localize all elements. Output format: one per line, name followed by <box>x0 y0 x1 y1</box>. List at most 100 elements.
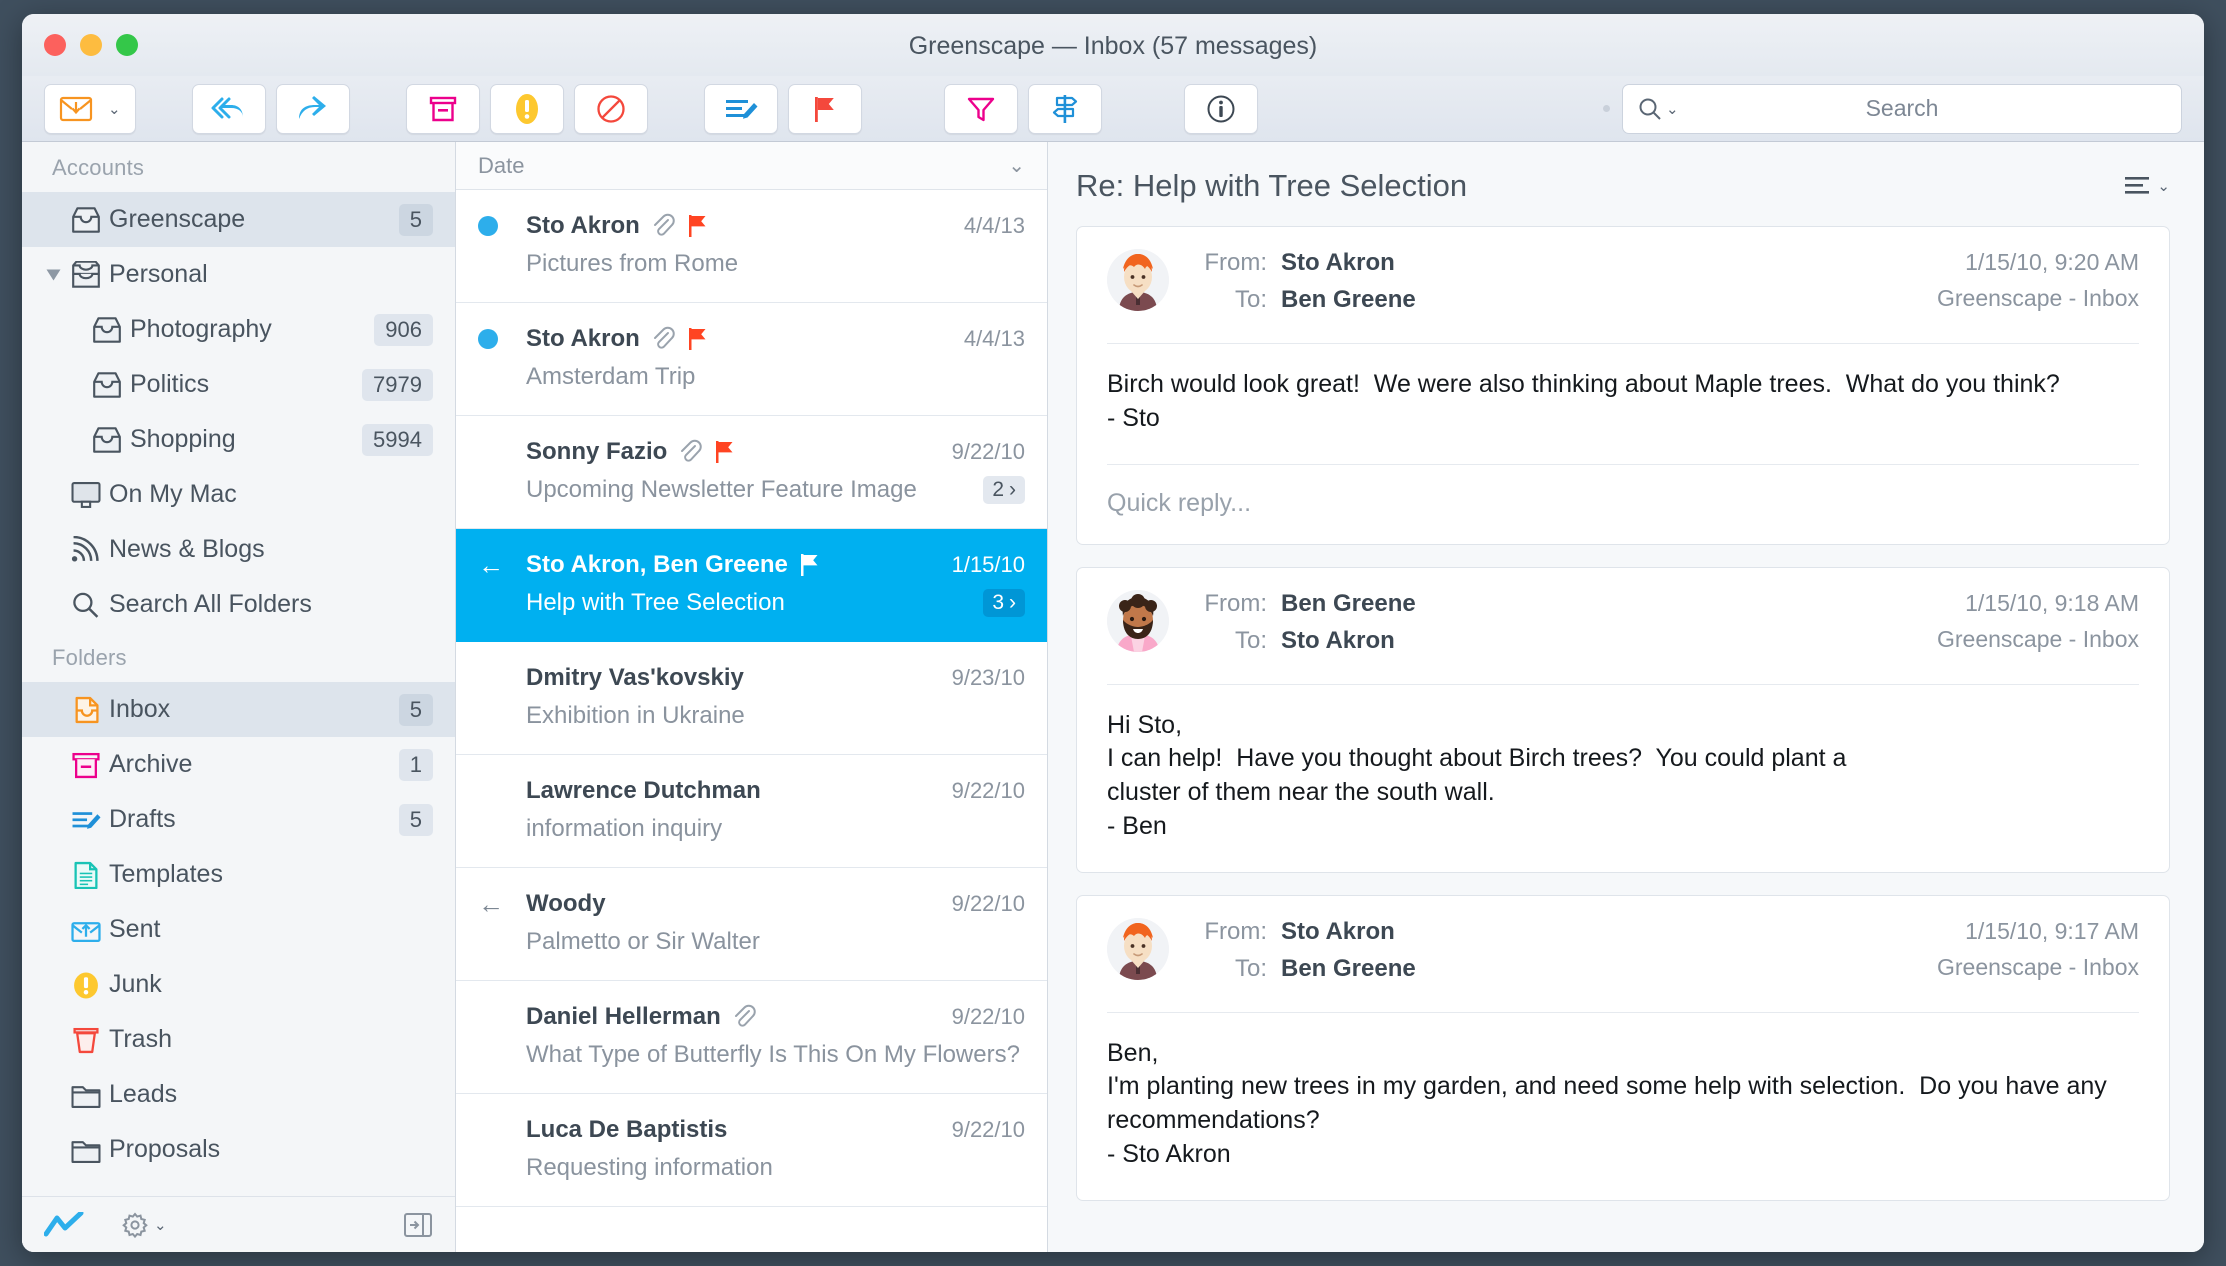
sidebar-item-drafts[interactable]: Drafts5 <box>22 792 455 847</box>
info-button[interactable] <box>1184 84 1258 134</box>
sidebar-item-leads[interactable]: Leads <box>22 1067 455 1122</box>
message-subject: Requesting information <box>526 1154 773 1182</box>
sidebar-item-proposals[interactable]: Proposals <box>22 1122 455 1177</box>
filter-button[interactable] <box>944 84 1018 134</box>
message-list-row[interactable]: Lawrence Dutchman9/22/10information inqu… <box>456 755 1047 868</box>
message-list-row[interactable]: Luca De Baptistis9/22/10 Requesting infor… <box>456 1094 1047 1207</box>
message-row-top: Sonny Fazio9/22/10 <box>478 438 1025 466</box>
from-value[interactable]: Sto Akron <box>1281 918 1395 946</box>
sidebar-scroll[interactable]: AccountsGreenscape5PersonalPhotography90… <box>22 142 455 1196</box>
sidebar-item-shopping[interactable]: Shopping5994 <box>22 412 455 467</box>
message-subject: Exhibition in Ukraine <box>526 702 745 730</box>
message-list-row[interactable]: Daniel Hellerman9/22/10What Type of Butt… <box>456 981 1047 1094</box>
flag-button[interactable] <box>788 84 862 134</box>
message-meta: 1/15/10, 9:20 AM Greenscape - Inbox <box>1937 249 2139 323</box>
sidebar-item-trash[interactable]: Trash <box>22 1012 455 1067</box>
chevron-down-icon[interactable]: ⌄ <box>1008 153 1025 178</box>
message-card[interactable]: From: Sto Akron To: Ben Greene 1/15/10, … <box>1076 895 2170 1201</box>
message-thread[interactable]: From: Sto Akron To: Ben Greene 1/15/10, … <box>1048 226 2204 1252</box>
sidebar-item-label: On My Mac <box>109 480 237 509</box>
sidebar-item-archive[interactable]: Archive1 <box>22 737 455 792</box>
message-list-row[interactable]: Sto Akron4/4/13Amsterdam Trip <box>456 303 1047 416</box>
unread-dot-icon <box>478 216 498 236</box>
flag-icon[interactable] <box>686 213 710 239</box>
sidebar-item-search-all-folders[interactable]: Search All Folders <box>22 577 455 632</box>
flag-icon[interactable] <box>686 326 710 352</box>
sidebar-item-greenscape[interactable]: Greenscape5 <box>22 192 455 247</box>
quick-reply-input[interactable]: Quick reply... <box>1077 465 2169 544</box>
chevron-right-icon: › <box>1009 478 1016 502</box>
disclosure-triangle-icon[interactable] <box>47 269 61 280</box>
inbox-tray-icon <box>84 371 130 399</box>
thread-count-badge[interactable]: 2› <box>983 476 1025 504</box>
sidebar-item-on-my-mac[interactable]: On My Mac <box>22 467 455 522</box>
sidebar-item-junk[interactable]: Junk <box>22 957 455 1012</box>
sidebar-item-label: Greenscape <box>109 205 245 234</box>
message-list-row[interactable]: Dmitry Vas'kovskiy9/23/10Exhibition in U… <box>456 642 1047 755</box>
forward-button[interactable] <box>276 84 350 134</box>
message-card[interactable]: From: Ben Greene To: Sto Akron 1/15/10, … <box>1076 567 2170 873</box>
sidebar-item-sent[interactable]: Sent <box>22 902 455 957</box>
get-mail-button[interactable]: ⌄ <box>44 84 136 134</box>
from-label: From: <box>1195 249 1267 277</box>
conversation-options-button[interactable]: ⌄ <box>2123 174 2170 198</box>
sidebar-item-news-blogs[interactable]: News & Blogs <box>22 522 455 577</box>
from-row: From: Sto Akron <box>1195 918 1416 946</box>
message-sender: Sto Akron <box>526 325 640 353</box>
search-input[interactable]: ⌄ Search <box>1622 84 2182 134</box>
message-list-row[interactable]: ←Woody9/22/10Palmetto or Sir Walter <box>456 868 1047 981</box>
message-list-row[interactable]: ←Sto Akron, Ben Greene1/15/10Help with T… <box>456 529 1047 642</box>
junk-button[interactable] <box>490 84 564 134</box>
message-timestamp: 1/15/10, 9:17 AM <box>1937 918 2139 945</box>
to-value[interactable]: Ben Greene <box>1281 286 1416 314</box>
sidebar-item-label: Drafts <box>109 805 176 834</box>
block-button[interactable] <box>574 84 648 134</box>
sidebar-item-inbox[interactable]: Inbox5 <box>22 682 455 737</box>
message-list-header[interactable]: Date ⌄ <box>456 142 1047 190</box>
message-mailbox: Greenscape - Inbox <box>1937 285 2139 312</box>
from-value[interactable]: Ben Greene <box>1281 590 1416 618</box>
sidebar-item-label: Archive <box>109 750 192 779</box>
message-rows[interactable]: Sto Akron4/4/13Pictures from RomeSto Akr… <box>456 190 1047 1252</box>
chevron-down-icon[interactable]: ⌄ <box>154 1216 167 1234</box>
message-card-header: From: Ben Greene To: Sto Akron 1/15/10, … <box>1077 568 2169 684</box>
archive-box-icon <box>63 751 109 779</box>
inbox-tray-stack-icon <box>63 261 109 289</box>
sidebar-item-photography[interactable]: Photography906 <box>22 302 455 357</box>
toggle-panel-icon[interactable] <box>403 1212 433 1238</box>
reply-all-button[interactable] <box>192 84 266 134</box>
chevron-down-icon[interactable]: ⌄ <box>2157 177 2170 195</box>
sidebar-item-label: Trash <box>109 1025 172 1054</box>
message-subject: Pictures from Rome <box>526 250 738 278</box>
to-value[interactable]: Sto Akron <box>1281 627 1395 655</box>
archive-button[interactable] <box>406 84 480 134</box>
activity-chart-icon[interactable] <box>44 1212 84 1238</box>
message-row-bottom: information inquiry <box>478 815 1025 843</box>
junk-icon <box>63 971 109 999</box>
thread-count-badge[interactable]: 3› <box>983 589 1025 617</box>
message-row-top: Sto Akron4/4/13 <box>478 212 1025 240</box>
message-row-bottom: Pictures from Rome <box>478 250 1025 278</box>
flag-icon[interactable] <box>713 439 737 465</box>
app-window: Greenscape — Inbox (57 messages) ⌄ <box>22 14 2204 1252</box>
sidebar-item-templates[interactable]: Templates <box>22 847 455 902</box>
message-list-row[interactable]: Sonny Fazio9/22/10Upcoming Newsletter Fe… <box>456 416 1047 529</box>
settings-menu-button[interactable]: ⌄ <box>120 1210 167 1240</box>
sidebar-section-header: Accounts <box>22 142 455 192</box>
message-card[interactable]: From: Sto Akron To: Ben Greene 1/15/10, … <box>1076 226 2170 545</box>
search-icon <box>63 591 109 619</box>
message-row-top: Luca De Baptistis9/22/10 <box>478 1116 1025 1144</box>
message-list-row[interactable]: Sto Akron4/4/13 Pictures from Rome <box>456 190 1047 303</box>
message-meta: 1/15/10, 9:17 AM Greenscape - Inbox <box>1937 918 2139 992</box>
flag-icon[interactable] <box>798 552 822 578</box>
sidebar-item-politics[interactable]: Politics7979 <box>22 357 455 412</box>
to-value[interactable]: Ben Greene <box>1281 955 1416 983</box>
sidebar-item-personal[interactable]: Personal <box>22 247 455 302</box>
message-row-bottom: Palmetto or Sir Walter <box>478 928 1025 956</box>
message-status-indicator <box>478 216 526 236</box>
rules-button[interactable] <box>1028 84 1102 134</box>
message-date: 9/22/10 <box>952 1117 1025 1143</box>
chevron-down-icon[interactable]: ⌄ <box>108 100 121 118</box>
compose-button[interactable] <box>704 84 778 134</box>
from-value[interactable]: Sto Akron <box>1281 249 1395 277</box>
